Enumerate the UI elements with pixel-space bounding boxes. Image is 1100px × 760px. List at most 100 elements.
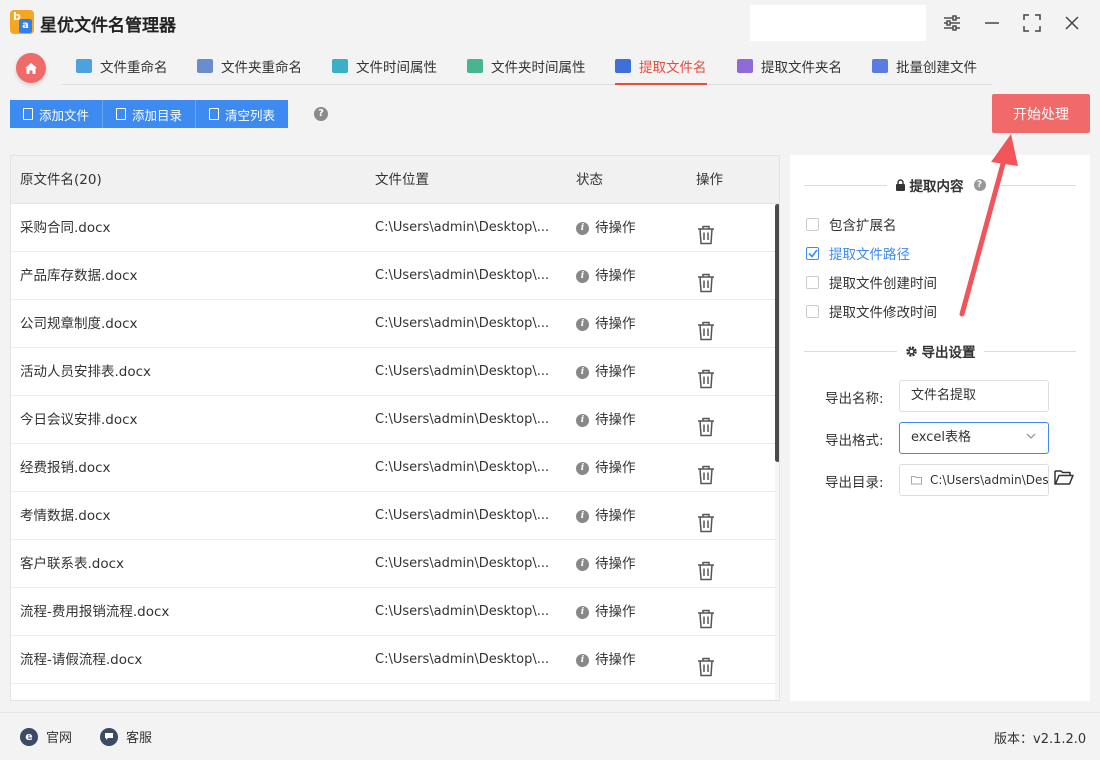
table-row[interactable]: 今日会议安排.docx C:\Users\admin\Desktop\... i 待操… <box>11 396 775 444</box>
support-link[interactable]: 客服 <box>100 727 152 746</box>
clear-list-button[interactable]: 清空列表 <box>196 100 289 128</box>
lock-icon <box>895 179 905 191</box>
delete-button[interactable] <box>697 457 715 485</box>
extract-title-text: 提取内容 <box>909 179 964 195</box>
support-label: 客服 <box>126 731 153 746</box>
trash-icon <box>698 609 714 629</box>
table-row[interactable]: 流程-请假流程.docx C:\Users\admin\Desktop\... i 待… <box>11 636 775 684</box>
tab-file-time[interactable]: 文件时间属性 <box>332 46 437 86</box>
option-include-extension[interactable]: 包含扩展名 <box>806 214 897 234</box>
table-row[interactable]: 经费报销.docx C:\Users\admin\Desktop\... i 待操作 <box>11 444 775 492</box>
delete-button[interactable] <box>697 505 715 533</box>
export-format-select[interactable]: excel表格 <box>899 422 1049 454</box>
row-status: i 待操作 <box>576 348 636 396</box>
table-scrollbar[interactable] <box>775 204 779 700</box>
option-extract-modified-time[interactable]: 提取文件修改时间 <box>806 301 937 321</box>
tab-label: 提取文件夹名 <box>761 60 842 76</box>
tab-folder-rename[interactable]: 文件夹重命名 <box>197 46 302 86</box>
chat-bubble-icon <box>100 727 118 746</box>
row-filename: 产品库存数据.docx <box>20 268 138 284</box>
checkbox[interactable] <box>806 304 819 318</box>
table-row[interactable]: 产品库存数据.docx C:\Users\admin\Desktop\... i 待操… <box>11 252 775 300</box>
trash-icon <box>698 369 714 389</box>
option-label: 提取文件修改时间 <box>829 305 937 321</box>
status-text: 待操作 <box>595 460 636 476</box>
open-folder-icon[interactable] <box>1054 469 1074 490</box>
delete-button[interactable] <box>697 313 715 341</box>
table-row[interactable]: 流程-费用报销流程.docx C:\Users\admin\Desktop\...… <box>11 588 775 636</box>
row-status: i 待操作 <box>576 492 636 540</box>
delete-button[interactable] <box>697 553 715 581</box>
home-button[interactable] <box>16 53 46 83</box>
row-status: i 待操作 <box>576 444 636 492</box>
export-dir-input[interactable]: C:\Users\admin\Desktop <box>899 464 1049 496</box>
minimize-icon[interactable] <box>980 11 1004 35</box>
checkbox-checked[interactable] <box>806 246 819 260</box>
table-row[interactable]: 公司规章制度.docx C:\Users\admin\Desktop\... i 待操… <box>11 300 775 348</box>
tab-label: 文件夹重命名 <box>221 60 302 76</box>
delete-button[interactable] <box>697 601 715 629</box>
website-link[interactable]: e 官网 <box>20 727 72 746</box>
trash-icon <box>698 273 714 293</box>
website-label: 官网 <box>46 731 73 746</box>
table-row[interactable]: 采购合同.docx C:\Users\admin\Desktop\... i 待操作 <box>11 204 775 252</box>
info-icon: i <box>576 605 589 619</box>
export-section-header: 导出设置 <box>804 341 1076 361</box>
row-location: C:\Users\admin\Desktop\... <box>375 652 550 667</box>
checkbox[interactable] <box>806 275 819 289</box>
export-format-value: excel表格 <box>911 430 971 445</box>
settings-panel: 提取内容 ? 包含扩展名 提取文件路径 提取文件创建时间 提取文件修改时间 导出… <box>790 155 1090 701</box>
option-label: 包含扩展名 <box>829 218 897 234</box>
tab-file-rename[interactable]: 文件重命名 <box>76 46 168 86</box>
app-title: 星优文件名管理器 <box>40 16 176 36</box>
delete-button[interactable] <box>697 217 715 245</box>
row-filename: 流程-费用报销流程.docx <box>20 604 170 620</box>
delete-button[interactable] <box>697 649 715 677</box>
export-name-input[interactable]: 文件名提取 <box>899 380 1049 412</box>
row-location: C:\Users\admin\Desktop\... <box>375 220 550 235</box>
extract-foldername-icon <box>737 59 753 73</box>
divider <box>983 350 1076 352</box>
tab-extract-foldername[interactable]: 提取文件夹名 <box>737 46 842 86</box>
row-filename: 经费报销.docx <box>20 460 111 476</box>
extract-section-header: 提取内容 ? <box>804 175 1076 195</box>
delete-button[interactable] <box>697 361 715 389</box>
info-icon: i <box>576 269 589 283</box>
app-logo-icon: b a <box>10 10 34 34</box>
table-row[interactable]: 活动人员安排表.docx C:\Users\admin\Desktop\... i 待… <box>11 348 775 396</box>
delete-button[interactable] <box>697 409 715 437</box>
row-filename: 流程-请假流程.docx <box>20 652 143 668</box>
tab-batch-create[interactable]: 批量创建文件 <box>872 46 977 86</box>
version-text: 版本：v2.1.2.0 <box>994 732 1087 747</box>
trash-icon <box>209 108 220 120</box>
tab-extract-filename[interactable]: 提取文件名 <box>615 46 707 86</box>
option-extract-created-time[interactable]: 提取文件创建时间 <box>806 272 937 292</box>
header-status: 状态 <box>576 172 603 188</box>
delete-button[interactable] <box>697 265 715 293</box>
chevron-down-icon <box>1026 433 1036 439</box>
close-icon[interactable] <box>1060 11 1084 35</box>
help-icon[interactable]: ? <box>314 107 328 121</box>
maximize-icon[interactable] <box>1020 11 1044 35</box>
help-icon[interactable]: ? <box>973 179 986 191</box>
table-row[interactable]: 考情数据.docx C:\Users\admin\Desktop\... i 待操作 <box>11 492 775 540</box>
scrollbar-thumb[interactable] <box>775 204 779 462</box>
tab-label: 批量创建文件 <box>896 60 977 76</box>
settings-sliders-icon[interactable] <box>940 11 964 35</box>
add-file-button[interactable]: 添加文件 <box>10 100 104 128</box>
option-extract-path[interactable]: 提取文件路径 <box>806 243 910 263</box>
info-icon: i <box>576 509 589 523</box>
extract-filename-icon <box>615 59 631 73</box>
trash-icon <box>698 465 714 485</box>
tab-folder-time[interactable]: 文件夹时间属性 <box>467 46 586 86</box>
row-filename: 今日会议安排.docx <box>20 412 138 428</box>
checkbox[interactable] <box>806 217 819 231</box>
start-processing-button[interactable]: 开始处理 <box>992 94 1090 133</box>
export-name-label: 导出名称: <box>825 391 884 407</box>
add-directory-button[interactable]: 添加目录 <box>103 100 197 128</box>
batch-create-icon <box>872 59 888 73</box>
table-row[interactable]: 客户联系表.docx C:\Users\admin\Desktop\... i 待操作 <box>11 540 775 588</box>
status-text: 待操作 <box>595 412 636 428</box>
row-filename: 活动人员安排表.docx <box>20 364 152 380</box>
row-location: C:\Users\admin\Desktop\... <box>375 604 550 619</box>
